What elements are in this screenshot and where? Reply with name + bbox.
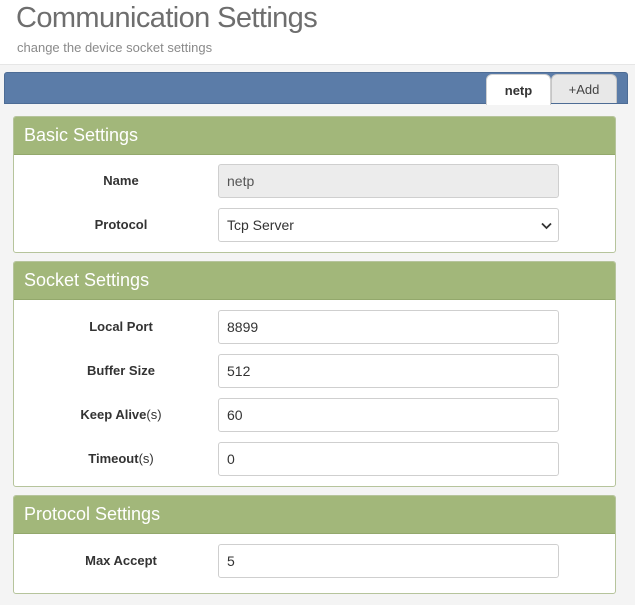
protocol-settings-panel: Protocol Settings Max Accept 5 — [13, 495, 616, 594]
buffer-size-label: Buffer Size — [87, 363, 155, 378]
timeout-label: Timeout(s) — [88, 451, 154, 466]
name-label: Name — [103, 173, 139, 188]
keep-alive-unit: (s) — [146, 407, 162, 422]
local-port-input[interactable]: 8899 — [218, 310, 559, 344]
name-field[interactable]: netp — [218, 164, 559, 198]
timeout-unit: (s) — [138, 451, 154, 466]
timeout-row: Timeout(s) 0 — [14, 442, 615, 476]
keep-alive-label: Keep Alive(s) — [80, 407, 162, 422]
page-title: Communication Settings — [16, 2, 318, 34]
protocol-settings-title: Protocol Settings — [14, 496, 615, 534]
buffer-size-input[interactable]: 512 — [218, 354, 559, 388]
add-tab-button[interactable]: +Add — [551, 74, 617, 103]
tab-bar: netp +Add — [4, 72, 628, 105]
local-port-label: Local Port — [89, 319, 153, 334]
keep-alive-row: Keep Alive(s) 60 — [14, 398, 615, 432]
local-port-row: Local Port 8899 — [14, 310, 615, 344]
max-accept-input[interactable]: 5 — [218, 544, 559, 578]
name-row: Name netp — [14, 164, 615, 198]
protocol-label: Protocol — [94, 217, 148, 232]
protocol-select-value: Tcp Server — [227, 217, 294, 233]
tab-netp[interactable]: netp — [486, 74, 551, 105]
buffer-size-row: Buffer Size 512 — [14, 354, 615, 388]
page-subtitle: change the device socket settings — [17, 40, 213, 55]
socket-settings-panel: Socket Settings Local Port 8899 Buffer S… — [13, 261, 616, 487]
protocol-select[interactable]: Tcp Server — [218, 208, 559, 242]
protocol-row: Protocol Tcp Server — [14, 208, 615, 242]
socket-settings-title: Socket Settings — [14, 262, 615, 300]
timeout-input[interactable]: 0 — [218, 442, 559, 476]
keep-alive-input[interactable]: 60 — [218, 398, 559, 432]
chevron-down-icon — [541, 209, 552, 241]
page-header: Communication Settings change the device… — [0, 0, 635, 65]
basic-settings-panel: Basic Settings Name netp Protocol Tcp Se… — [13, 116, 616, 253]
basic-settings-title: Basic Settings — [14, 117, 615, 155]
max-accept-label: Max Accept — [85, 553, 157, 568]
max-accept-row: Max Accept 5 — [14, 544, 615, 578]
